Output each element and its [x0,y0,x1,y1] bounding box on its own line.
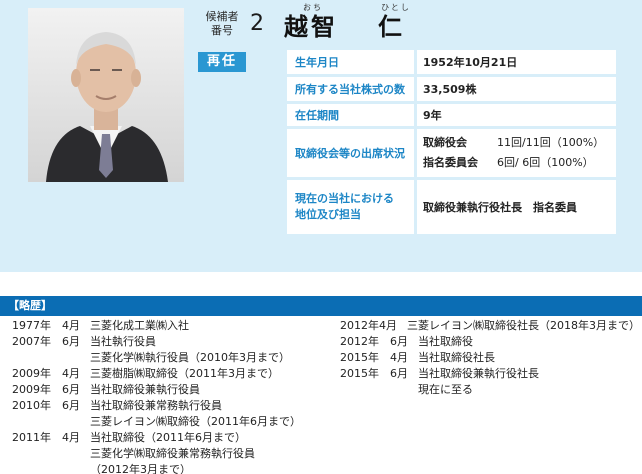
career-year [12,414,58,430]
name-given-block: ひとし 仁 [378,2,414,42]
reappointment-badge: 再任 [198,52,246,72]
career-text: 三菱化学㈱取締役兼常務執行役員 [90,447,255,460]
career-year: 2012年 [340,319,379,332]
birthdate-row: 生年月日 1952年10月21日 [287,50,616,74]
tenure-value: 9年 [423,109,442,122]
ruby-family: おち [303,3,323,12]
name-given: 仁 [378,13,405,41]
career-month: 6月 [62,383,80,396]
career-month: 4月 [390,351,408,364]
career-header: 【略歴】 [0,296,642,316]
career-row: 三菱化学㈱執行役員（2010年3月まで） [12,350,332,366]
career-month: 6月 [62,399,80,412]
career-year [12,462,58,474]
career-year [12,350,58,366]
attendance-nomination-value: 6回/ 6回（100%） [497,156,594,169]
career-month: 6月 [62,335,80,348]
career-row: 2012年 4月 三菱レイヨン㈱取締役社長（2018年3月まで） [340,318,640,334]
attendance-values: 取締役会 11回/11回（100%） 指名委員会 6回/ 6回（100%） [417,129,616,177]
career-text: 当社取締役兼執行役社長 [418,367,539,380]
career-column-left: 1977年 4月 三菱化成工業㈱入社 2007年 6月 当社執行役員 三菱化学㈱執行役員（2… [12,318,332,474]
attendance-board: 取締役会 11回/11回（100%） [423,133,610,153]
career-month [58,462,90,474]
career-month: 6月 [390,335,408,348]
career-text: 三菱化学㈱執行役員（2010年3月まで） [90,351,290,364]
career-text: 三菱レイヨン㈱取締役社長（2018年3月まで） [407,319,640,332]
career-text: 現在に至る [418,383,473,396]
career-text: 当社取締役 [418,335,473,348]
career-row: 現在に至る [340,382,640,398]
candidate-photo [28,8,184,182]
career-text: 当社取締役兼常務執行役員 [90,399,222,412]
career-year: 2012年 [340,335,379,348]
career-year: 2011年 [12,431,51,444]
career-year: 2010年 [12,399,51,412]
tenure-label: 在任期間 [287,104,417,126]
career-year [340,382,386,398]
career-row: 1977年 4月 三菱化成工業㈱入社 [12,318,332,334]
name-family: 越智 [284,13,338,41]
career-month [386,382,418,398]
career-year: 2009年 [12,367,51,380]
career-text: 当社取締役（2011年6月まで） [90,431,246,444]
career-year [12,446,58,462]
career-row: 2007年 6月 当社執行役員 [12,334,332,350]
career-row: 2011年 4月 当社取締役（2011年6月まで） [12,430,332,446]
position-value: 取締役兼執行役社長 指名委員 [423,201,577,214]
position-label-line2: 地位及び担当 [295,208,361,221]
career-month: 4月 [62,367,80,380]
tenure-row: 在任期間 9年 [287,104,616,126]
candidate-number-label: 候補者 番号 [202,10,242,38]
career-month [58,446,90,462]
career-month [58,414,90,430]
career-year: 2009年 [12,383,51,396]
birthdate-label: 生年月日 [287,50,417,74]
profile-table: 生年月日 1952年10月21日 所有する当社株式の数 33,509株 在任期間… [287,50,616,237]
career-text: 三菱化成工業㈱入社 [90,319,189,332]
position-label-line1: 現在の当社における [295,192,394,205]
career-text: 当社取締役兼執行役員 [90,383,200,396]
shares-row: 所有する当社株式の数 33,509株 [287,77,616,101]
position-row: 現在の当社における 地位及び担当 取締役兼執行役社長 指名委員 [287,180,616,234]
position-label: 現在の当社における 地位及び担当 [287,180,417,234]
career-row: 2010年 6月 当社取締役兼常務執行役員 [12,398,332,414]
career-year: 2007年 [12,335,51,348]
career-row: 三菱レイヨン㈱取締役（2011年6月まで） [12,414,332,430]
attendance-label: 取締役会等の出席状況 [287,129,417,177]
attendance-row: 取締役会等の出席状況 取締役会 11回/11回（100%） 指名委員会 6回/ … [287,129,616,177]
career-month [58,350,90,366]
attendance-nomination: 指名委員会 6回/ 6回（100%） [423,153,610,173]
career-month: 4月 [62,431,80,444]
birthdate-value: 1952年10月21日 [423,56,518,69]
career-row: 2009年 4月 三菱樹脂㈱取締役（2011年3月まで） [12,366,332,382]
career-text: 三菱樹脂㈱取締役（2011年3月まで） [90,367,279,380]
career-text: 当社取締役社長 [418,351,495,364]
career-year: 1977年 [12,319,51,332]
career-row: 三菱化学㈱取締役兼常務執行役員 [12,446,332,462]
career-row: 2012年 6月 当社取締役 [340,334,640,350]
attendance-board-label: 取締役会 [423,136,467,149]
ruby-given: ひとし [381,3,411,12]
career-row: 2015年 6月 当社取締役兼執行役社長 [340,366,640,382]
candidate-number: 2 [250,11,264,36]
attendance-board-value: 11回/11回（100%） [497,136,605,149]
career-year: 2015年 [340,367,379,380]
candidate-label-line1: 候補者 [205,10,239,23]
career-month: 6月 [390,367,408,380]
career-month: 4月 [379,319,397,332]
candidate-label-line2: 番号 [211,24,233,37]
shares-value: 33,509株 [423,83,477,96]
career-column-right: 2012年 4月 三菱レイヨン㈱取締役社長（2018年3月まで） 2012年 6月 当社取… [340,318,640,398]
career-row: （2012年3月まで） [12,462,332,474]
career-month: 4月 [62,319,80,332]
career-row: 2009年 6月 当社取締役兼執行役員 [12,382,332,398]
career-text: 三菱レイヨン㈱取締役（2011年6月まで） [90,415,301,428]
shares-label: 所有する当社株式の数 [287,77,417,101]
career-text: （2012年3月まで） [90,463,191,474]
career-row: 2015年 4月 当社取締役社長 [340,350,640,366]
name-family-block: おち 越智 [284,2,342,42]
career-text: 当社執行役員 [90,335,156,348]
career-year: 2015年 [340,351,379,364]
attendance-nomination-label: 指名委員会 [423,156,478,169]
